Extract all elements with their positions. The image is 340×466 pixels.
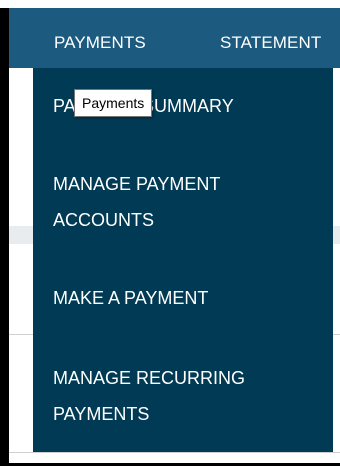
payments-tooltip: Payments — [74, 89, 153, 117]
menu-item-manage-payment-accounts[interactable]: MANAGE PAYMENT ACCOUNTS — [53, 166, 283, 238]
divider-line — [9, 452, 340, 453]
nav-statements[interactable]: STATEMENT — [220, 8, 321, 68]
nav-payments[interactable]: PAYMENTS — [54, 8, 146, 68]
top-strip — [0, 0, 340, 8]
payments-dropdown-menu: PAYMENT SUMMARY MANAGE PAYMENT ACCOUNTS … — [33, 68, 333, 452]
menu-item-make-a-payment[interactable]: MAKE A PAYMENT — [53, 280, 313, 316]
menu-item-manage-recurring-payments[interactable]: MANAGE RECURRING PAYMENTS — [53, 360, 303, 432]
page-heading-fragment — [9, 124, 31, 158]
top-navigation-bar: PAYMENTS STATEMENT — [9, 8, 340, 68]
